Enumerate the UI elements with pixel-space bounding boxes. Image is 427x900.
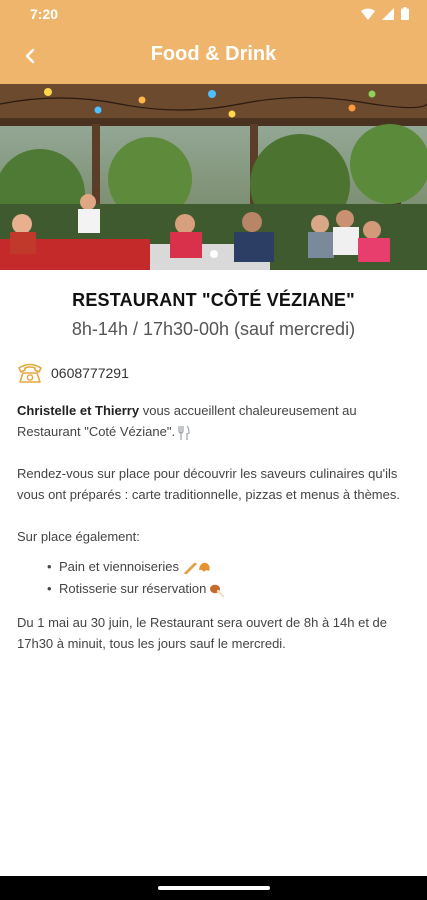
on-site-list: Pain et viennoiseries Rotisserie sur rés… bbox=[17, 556, 412, 600]
wifi-icon bbox=[361, 8, 375, 20]
list-item: Rotisserie sur réservation bbox=[17, 578, 412, 600]
phone-row[interactable]: 0608777291 bbox=[17, 362, 129, 384]
place-details: RESTAURANT "CÔTÉ VÉZIANE" 8h-14h / 17h30… bbox=[0, 270, 427, 651]
status-bar: 7:20 bbox=[0, 0, 427, 28]
also-on-site-heading: Sur place également: bbox=[17, 529, 140, 544]
poultry-leg-icon bbox=[210, 584, 225, 597]
battery-icon bbox=[401, 7, 409, 20]
signal-icon bbox=[382, 7, 394, 20]
opening-hours: 8h-14h / 17h30-00h (sauf mercredi) bbox=[71, 319, 356, 339]
fork-knife-icon bbox=[178, 425, 190, 440]
bread-croissant-icon bbox=[183, 562, 210, 574]
restaurant-terrace-photo bbox=[0, 84, 427, 270]
season-paragraph: Du 1 mai au 30 juin, le Restaurant sera … bbox=[17, 615, 388, 651]
bread-item-label: Pain et viennoiseries bbox=[59, 559, 179, 574]
owners-name: Christelle et Thierry bbox=[17, 403, 140, 418]
app-title: Food & Drink bbox=[150, 43, 277, 65]
hero-image-carousel[interactable] bbox=[0, 84, 427, 270]
rotisserie-item-label: Rotisserie sur réservation bbox=[59, 581, 207, 596]
status-time: 7:20 bbox=[30, 6, 59, 22]
carousel-pager bbox=[0, 250, 427, 258]
home-indicator[interactable] bbox=[157, 886, 270, 890]
description: Christelle et Thierry vous accueillent c… bbox=[17, 400, 412, 675]
intro-paragraph: Christelle et Thierry vous accueillent c… bbox=[17, 400, 412, 442]
flavors-paragraph: Rendez-vous sur place pour découvrir les… bbox=[17, 466, 400, 502]
place-name: RESTAURANT "CÔTÉ VÉZIANE" bbox=[72, 290, 355, 310]
app-bar: Food & Drink bbox=[0, 28, 427, 84]
list-item: Pain et viennoiseries bbox=[17, 556, 412, 578]
pager-dot-active[interactable] bbox=[209, 250, 218, 258]
system-nav-bar bbox=[0, 876, 427, 900]
phone-number[interactable]: 0608777291 bbox=[51, 365, 129, 381]
phone-icon bbox=[18, 363, 42, 383]
status-icons bbox=[361, 7, 409, 20]
